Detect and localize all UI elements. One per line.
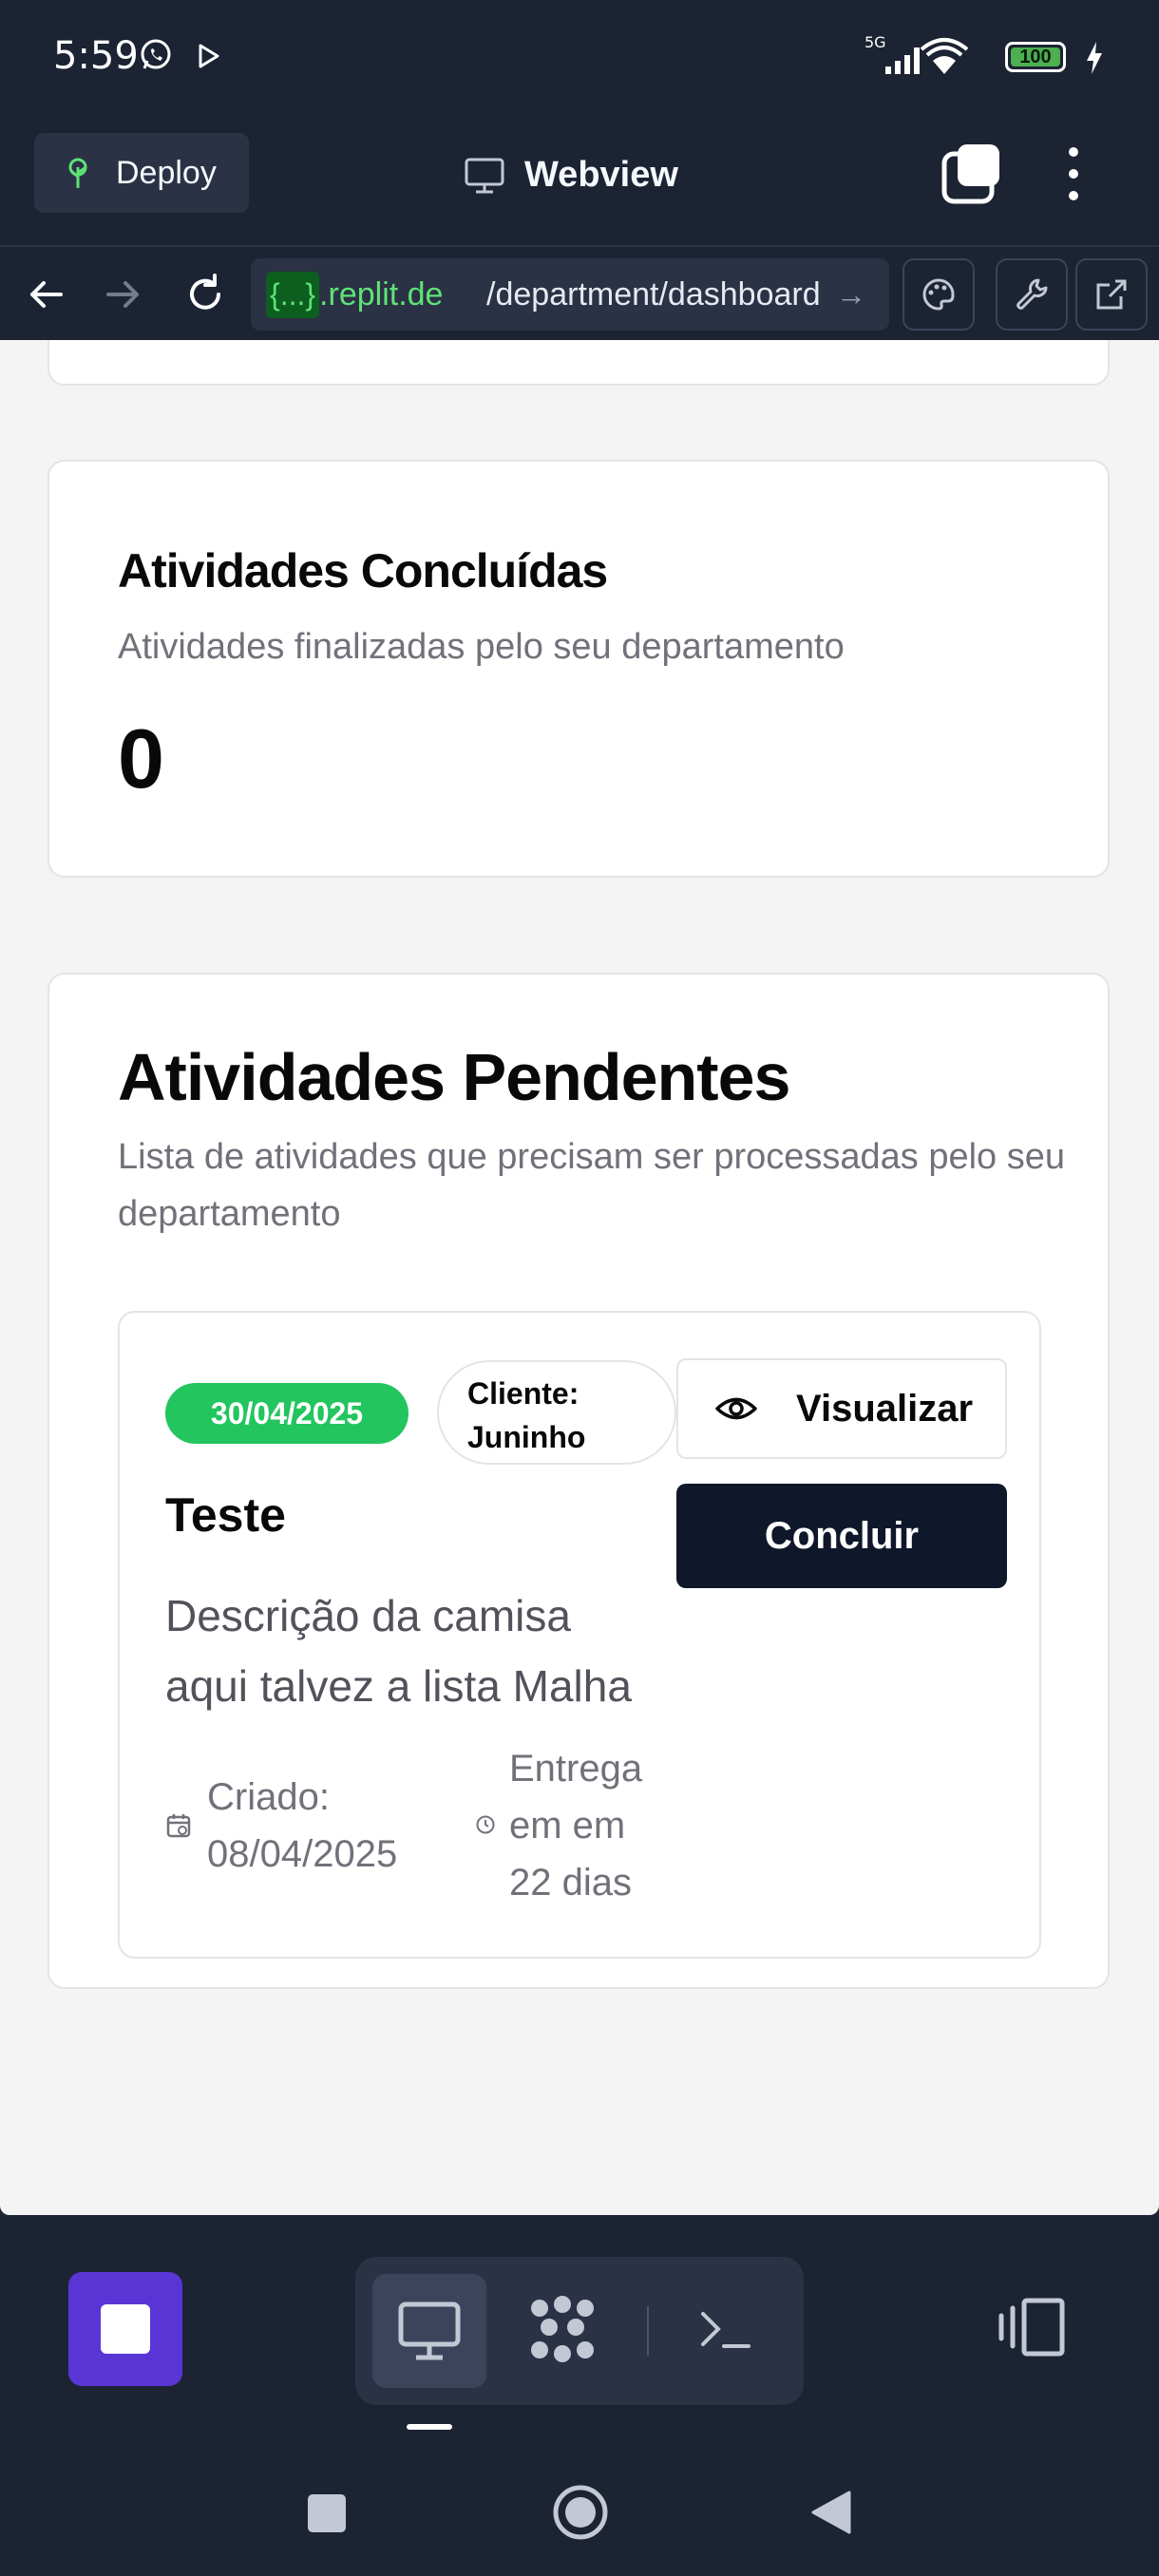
workspace-tab-icon[interactable]: [526, 2295, 598, 2367]
split-view-icon[interactable]: [996, 2297, 1068, 2358]
signal-wifi-icons: 5G: [864, 34, 969, 74]
due-line-2: em em: [509, 1805, 626, 1847]
eye-icon: [715, 1397, 757, 1420]
due-line-1: Entrega: [509, 1748, 643, 1790]
arrow-left-icon[interactable]: [23, 272, 68, 317]
status-time: 5:59: [53, 34, 139, 78]
kebab-menu-icon[interactable]: [1054, 142, 1092, 205]
whatsapp-icon: [141, 39, 171, 69]
view-switcher: [355, 2257, 804, 2405]
palette-button[interactable]: [902, 258, 975, 331]
url-tag: {...}: [266, 271, 320, 318]
webview-tab[interactable]: [372, 2274, 486, 2388]
system-navigation-bar: [0, 2434, 1159, 2576]
client-label: Cliente:: [467, 1376, 580, 1411]
play-store-icon: [199, 44, 219, 68]
webview-content[interactable]: Atividades Concluídas Atividades finaliz…: [0, 340, 1159, 2215]
activity-description: Descrição da camisa aqui talvez a lista …: [165, 1581, 659, 1721]
created-info: Criado: 08/04/2025: [207, 1769, 435, 1883]
divider: [647, 2306, 649, 2356]
home-button[interactable]: [551, 2483, 610, 2542]
tabs-icon[interactable]: [940, 142, 1003, 205]
complete-button[interactable]: Concluir: [676, 1484, 1007, 1588]
description-line-2: aqui talvez a lista Malha: [165, 1661, 632, 1711]
battery-icon: 100: [1005, 42, 1066, 72]
created-label: Criado:: [207, 1776, 330, 1818]
activity-title: Teste: [165, 1488, 286, 1542]
sprout-icon: [68, 158, 87, 188]
description-line-1: Descrição da camisa: [165, 1591, 571, 1640]
replit-dock: [0, 2215, 1159, 2434]
stop-button[interactable]: [68, 2272, 182, 2386]
external-link-icon: [1096, 279, 1127, 310]
app-header: Deploy Webview: [0, 114, 1159, 247]
pending-description: Lista de atividades que precisam ser pro…: [118, 1137, 1066, 1234]
arrow-right-icon[interactable]: [101, 272, 146, 317]
devtools-button[interactable]: [996, 258, 1068, 331]
url-host: .replit.de: [319, 275, 444, 313]
view-label: Visualizar: [796, 1387, 974, 1430]
webview-title: Webview: [464, 148, 678, 201]
completed-description: Atividades finalizadas pelo seu departam…: [118, 627, 845, 667]
deploy-label: Deploy: [116, 154, 217, 191]
completed-count: 0: [118, 711, 164, 805]
due-date-badge: 30/04/2025: [165, 1383, 408, 1444]
webview-label: Webview: [524, 154, 678, 195]
monitor-icon: [398, 2301, 461, 2360]
go-arrow-icon[interactable]: →: [836, 277, 866, 313]
url-input[interactable]: {...} .replit.de /department/dashboard →: [251, 258, 889, 331]
activity-item: 30/04/2025 Cliente: Juninho Visualizar C…: [118, 1311, 1041, 1959]
completed-activities-card: Atividades Concluídas Atividades finaliz…: [48, 460, 1110, 878]
delivery-info: Entrega em em 22 dias: [509, 1740, 661, 1911]
deploy-button[interactable]: Deploy: [34, 133, 249, 213]
client-badge: Cliente: Juninho: [437, 1360, 676, 1465]
open-external-button[interactable]: [1075, 258, 1148, 331]
charging-icon: [1087, 42, 1102, 74]
back-button[interactable]: [809, 2489, 853, 2536]
palette-icon: [922, 278, 955, 311]
reload-icon[interactable]: [182, 272, 228, 317]
wrench-icon: [1016, 278, 1048, 310]
url-path: /department/dashboard: [486, 275, 821, 313]
url-bar: {...} .replit.de /department/dashboard →: [0, 249, 1159, 340]
pending-activities-card: Atividades Pendentes Lista de atividades…: [48, 973, 1110, 1989]
status-bar: 5:59 5G 100: [0, 0, 1159, 114]
monitor-icon: [465, 158, 504, 194]
terminal-icon[interactable]: [697, 2301, 754, 2358]
selected-tab-indicator: [407, 2424, 452, 2430]
calendar-icon: [166, 1814, 191, 1838]
pending-title: Atividades Pendentes: [118, 1040, 790, 1114]
battery-level: 100: [1011, 47, 1060, 66]
due-line-3: 22 dias: [509, 1862, 632, 1904]
client-name: Juninho: [467, 1420, 586, 1454]
created-date: 08/04/2025: [207, 1833, 398, 1875]
completed-title: Atividades Concluídas: [118, 544, 608, 597]
view-button[interactable]: Visualizar: [676, 1358, 1007, 1459]
recent-apps-button[interactable]: [308, 2494, 346, 2532]
network-type: 5G: [864, 34, 886, 51]
clock-icon: [476, 1815, 495, 1834]
previous-card: [48, 340, 1110, 386]
stop-icon: [101, 2304, 150, 2354]
